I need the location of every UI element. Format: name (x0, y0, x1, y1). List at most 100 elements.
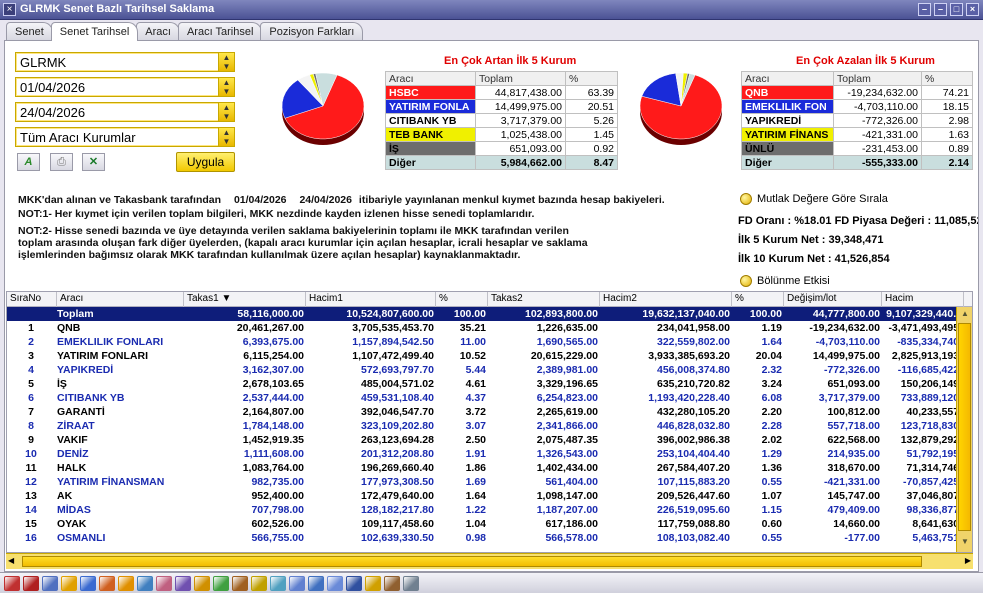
column-header[interactable]: Takas1 ▼ (184, 292, 306, 307)
excel-icon[interactable]: ✕ (82, 153, 105, 171)
scroll-right-icon[interactable]: ▶ (965, 556, 971, 565)
chart-bar-icon[interactable] (232, 576, 248, 591)
tab-araci[interactable]: Aracı (136, 22, 180, 41)
column-header[interactable]: Değişim/lot (784, 292, 882, 307)
table-row[interactable]: 15 OYAK 602,526.00 109,117,458.60 1.04 617,18… (7, 517, 962, 531)
pct-value: 1.63 (921, 127, 973, 142)
swap-icon[interactable] (175, 576, 191, 591)
document-icon[interactable] (42, 576, 58, 591)
building-icon[interactable] (365, 576, 381, 591)
table-cell: 446,828,032.80 (657, 420, 730, 432)
table-row[interactable]: 7 GARANTİ 2,164,807.00 392,046,547.70 3.72 2,… (7, 405, 962, 419)
tab-araci-tarihsel[interactable]: Aracı Tarihsel (177, 22, 263, 41)
column-header[interactable]: Hacim1 (306, 292, 436, 307)
table-cell: 177,973,308.50 (361, 476, 434, 488)
table-cell: DENİZ (57, 448, 89, 460)
broker-filter-select[interactable]: Tüm Aracı Kurumlar ▲ ▼ (15, 127, 235, 147)
grid-icon[interactable] (80, 576, 96, 591)
tools-icon[interactable] (137, 576, 153, 591)
table-row[interactable]: 16 OSMANLI 566,755.00 102,639,330.50 0.98 566… (7, 531, 962, 545)
table-row[interactable]: 11 HALK 1,083,764.00 196,269,660.40 1.86 1,40… (7, 461, 962, 475)
notes-line1-text-a: MKK'dan alınan ve Takasbank tarafından (18, 194, 222, 206)
table-row[interactable]: 3 YATIRIM FONLARI 6,115,254.00 1,107,472,49… (7, 349, 962, 363)
table-row: Diğer -555,333.00 2.14 (741, 155, 973, 170)
table-cell: 1,784,148.00 (242, 420, 304, 432)
table-row[interactable]: 13 AK 952,400.00 172,479,640.00 1.64 1,098,14… (7, 489, 962, 503)
gear-icon[interactable] (194, 576, 210, 591)
restore-icon[interactable]: – (934, 3, 947, 16)
table-row[interactable]: 4 YAPIKREDİ 3,162,307.00 572,693,797.70 5.44… (7, 363, 962, 377)
table-row[interactable]: 9 VAKIF 1,452,919.35 263,123,694.28 2.50 2,07… (7, 433, 962, 447)
scroll-left-icon[interactable]: ◀ (8, 556, 14, 565)
horizontal-scrollbar[interactable]: ◀ ▶ (6, 553, 973, 569)
chart-line-icon[interactable] (61, 576, 77, 591)
start-date-field[interactable]: 01/04/2026 ▲ ▼ (15, 77, 235, 97)
archive-icon[interactable] (384, 576, 400, 591)
table-cell: 102,893,800.00 (525, 308, 598, 320)
font-icon[interactable]: A (17, 153, 40, 171)
scroll-up-icon[interactable]: ▲ (959, 309, 971, 321)
spinner-icon[interactable]: ▲ ▼ (218, 78, 234, 96)
print-icon[interactable]: ⎙ (50, 153, 73, 171)
table-cell: 2.02 (761, 434, 782, 446)
spinner-icon[interactable]: ▲ ▼ (218, 53, 234, 71)
people-icon[interactable] (99, 576, 115, 591)
database-icon[interactable] (308, 576, 324, 591)
table-row[interactable]: 6 CITIBANK YB 2,537,444.00 459,531,108.40 4.… (7, 391, 962, 405)
column-header[interactable]: SıraNo (7, 292, 57, 307)
minimize-icon[interactable]: – (918, 3, 931, 16)
tab-senet[interactable]: Senet (6, 22, 53, 41)
printer-icon[interactable] (251, 576, 267, 591)
table-row[interactable]: 5 İŞ 2,678,103.65 485,004,571.02 4.61 3,329,1… (7, 377, 962, 391)
column-header[interactable]: Hacim2 (600, 292, 732, 307)
table-cell: 9 (28, 434, 34, 446)
table-row[interactable]: 14 MİDAS 707,798.00 128,182,217.80 1.22 1,187… (7, 503, 962, 517)
tab-pozisyon-farklari[interactable]: Pozisyon Farkları (260, 22, 364, 41)
scroll-down-icon[interactable]: ▼ (959, 537, 971, 549)
close-x-icon[interactable]: × (3, 3, 16, 16)
chart-icon[interactable] (4, 576, 20, 591)
close-icon[interactable]: × (966, 3, 979, 16)
total-row[interactable]: Toplam 58,116,000.00 10,524,807,600.00 100.… (7, 307, 962, 321)
pct-value: 2.14 (921, 155, 973, 170)
table-cell: -116,685,422. (897, 364, 962, 376)
spinner-icon[interactable]: ▲ ▼ (218, 128, 234, 146)
maximize-icon[interactable]: □ (950, 3, 963, 16)
search-icon[interactable] (289, 576, 305, 591)
split-effect-radio[interactable] (740, 275, 752, 287)
broker-name: HSBC (385, 85, 476, 100)
end-date-field[interactable]: 24/04/2026 ▲ ▼ (15, 102, 235, 122)
sort-absolute-radio[interactable] (740, 193, 752, 205)
apply-button[interactable]: Uygula (176, 152, 235, 172)
table-row[interactable]: 10 DENİZ 1,111,608.00 201,312,208.80 1.91 1,3… (7, 447, 962, 461)
column-header[interactable]: % (732, 292, 784, 307)
m-icon[interactable] (23, 576, 39, 591)
table-cell: 123,718,830. (900, 420, 962, 432)
tab-senet-tarihsel[interactable]: Senet Tarihsel (50, 22, 139, 41)
spinner-icon[interactable]: ▲ ▼ (218, 103, 234, 121)
table-row[interactable]: 2 EMEKLILIK FONLARI 6,393,675.00 1,157,894,… (7, 335, 962, 349)
table-cell: -70,857,425. (903, 476, 962, 488)
column-header[interactable]: Aracı (57, 292, 184, 307)
l2-icon[interactable] (327, 576, 343, 591)
table-cell: 108,103,082.40 (657, 532, 730, 544)
vertical-scrollbar[interactable]: ▲ ▼ (956, 307, 972, 552)
table-row[interactable]: 1 QNB 20,461,267.00 3,705,535,453.70 35.21 1,… (7, 321, 962, 335)
window-icon[interactable] (346, 576, 362, 591)
table-row[interactable]: 12 YATIRIM FİNANSMAN 982,735.00 177,973,308… (7, 475, 962, 489)
total-value: -772,326.00 (833, 113, 922, 128)
arrows-icon[interactable] (156, 576, 172, 591)
table-cell: 44,777,800.00 (812, 308, 880, 320)
pattern-icon[interactable] (213, 576, 229, 591)
column-header[interactable]: Hacim (882, 292, 964, 307)
table-cell: 109,117,458.60 (361, 518, 434, 530)
table-row[interactable]: 8 ZİRAAT 1,784,148.00 323,109,202.80 3.07 2,3… (7, 419, 962, 433)
settings-icon[interactable] (403, 576, 419, 591)
horizontal-scroll-thumb[interactable] (22, 556, 922, 567)
column-header[interactable]: Takas2 (488, 292, 600, 307)
exchange-icon[interactable] (118, 576, 134, 591)
symbol-select[interactable]: GLRMK ▲ ▼ (15, 52, 235, 72)
column-header[interactable]: % (436, 292, 488, 307)
folder-icon[interactable] (270, 576, 286, 591)
vertical-scroll-thumb[interactable] (958, 323, 971, 531)
